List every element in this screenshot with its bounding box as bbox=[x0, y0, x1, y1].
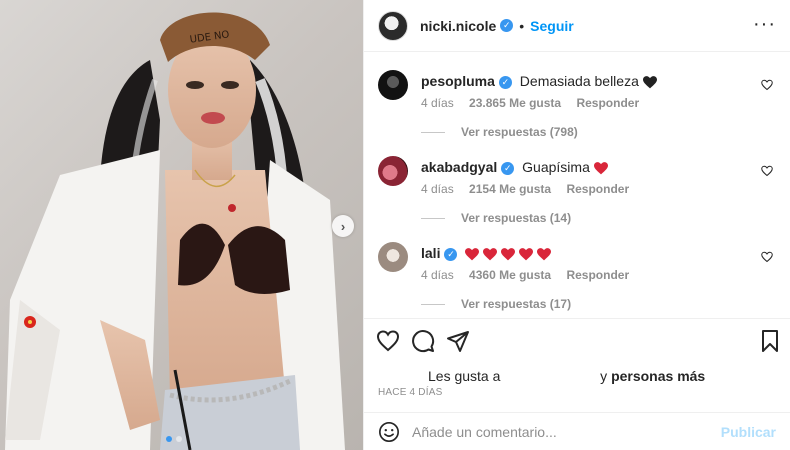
replies-divider bbox=[421, 217, 445, 219]
comment-likes[interactable]: 23.865 Me gusta bbox=[469, 96, 561, 110]
add-comment-bar: Publicar bbox=[364, 412, 790, 450]
like-heart-icon[interactable] bbox=[376, 329, 400, 353]
comments-list: pesopluma ✓ Demasiada belleza 4 días 23.8… bbox=[364, 52, 790, 317]
comment-time: 4 días bbox=[421, 96, 454, 110]
comment-likes[interactable]: 2154 Me gusta bbox=[469, 182, 551, 196]
comment-meta: 4 días 23.865 Me gusta Responder bbox=[421, 96, 651, 110]
likes-prefix: Les gusta a bbox=[428, 368, 501, 384]
carousel-dot-active bbox=[166, 436, 172, 442]
likes-and: y bbox=[600, 368, 608, 384]
likes-others-link[interactable]: personas más bbox=[611, 368, 705, 384]
comment-body: Guapísima bbox=[522, 159, 590, 175]
post-side-panel: nicki.nicole ✓ • Seguir ··· pesopluma ✓ D… bbox=[363, 0, 790, 450]
view-replies-label: Ver respuestas (14) bbox=[461, 211, 572, 225]
like-comment-heart-icon[interactable] bbox=[761, 165, 773, 177]
follow-button[interactable]: Seguir bbox=[530, 18, 574, 34]
comment-input[interactable] bbox=[412, 423, 721, 440]
view-replies-label: Ver respuestas (798) bbox=[461, 125, 578, 139]
publish-button[interactable]: Publicar bbox=[721, 424, 776, 440]
view-replies-button[interactable]: Ver respuestas (798) bbox=[421, 125, 578, 139]
commenter-username[interactable]: lali bbox=[421, 245, 440, 261]
comment-text-line: lali ✓ bbox=[421, 245, 551, 261]
emoji-smiley-icon[interactable] bbox=[378, 421, 400, 443]
like-comment-heart-icon[interactable] bbox=[761, 251, 773, 263]
reply-button[interactable]: Responder bbox=[576, 96, 639, 110]
author-username[interactable]: nicki.nicole bbox=[420, 18, 496, 34]
view-replies-label: Ver respuestas (17) bbox=[461, 297, 572, 311]
red-heart-icon bbox=[465, 247, 480, 261]
redacted-username bbox=[504, 370, 596, 384]
reply-button[interactable]: Responder bbox=[566, 182, 629, 196]
commenter-avatar[interactable] bbox=[378, 242, 408, 272]
comment-body: Demasiada belleza bbox=[519, 73, 639, 89]
comment-emoji-row bbox=[465, 245, 551, 261]
commenter-username[interactable]: akabadgyal bbox=[421, 159, 497, 175]
comment-meta: 4 días 2154 Me gusta Responder bbox=[421, 182, 641, 196]
post-action-bar bbox=[364, 318, 790, 362]
commenter-avatar[interactable] bbox=[378, 156, 408, 186]
red-heart-icon bbox=[501, 247, 516, 261]
verified-badge-icon: ✓ bbox=[501, 161, 515, 175]
carousel-next-button[interactable]: › bbox=[332, 215, 354, 237]
like-comment-heart-icon[interactable] bbox=[761, 79, 773, 91]
save-bookmark-icon[interactable] bbox=[758, 329, 782, 353]
red-heart-icon bbox=[593, 161, 608, 175]
comment-text-line: akabadgyal ✓ Guapísima bbox=[421, 159, 608, 175]
carousel-dot bbox=[176, 436, 182, 442]
chevron-right-icon: › bbox=[340, 218, 346, 234]
red-heart-icon bbox=[483, 247, 498, 261]
comment-text-line: pesopluma ✓ Demasiada belleza bbox=[421, 73, 657, 89]
red-heart-icon bbox=[536, 247, 551, 261]
verified-badge-icon: ✓ bbox=[500, 19, 514, 32]
comment-time: 4 días bbox=[421, 268, 454, 282]
replies-divider bbox=[421, 131, 445, 133]
post-photo: UDE NO › bbox=[0, 0, 363, 450]
view-replies-button[interactable]: Ver respuestas (17) bbox=[421, 297, 571, 311]
black-heart-icon bbox=[642, 75, 657, 89]
post-header: nicki.nicole ✓ • Seguir ··· bbox=[364, 0, 790, 52]
photo-illustration: UDE NO bbox=[5, 12, 345, 450]
comment-bubble-icon[interactable] bbox=[411, 329, 435, 353]
commenter-avatar[interactable] bbox=[378, 70, 408, 100]
reply-button[interactable]: Responder bbox=[566, 268, 629, 282]
likes-summary: Les gusta a y personas más bbox=[428, 368, 705, 384]
share-send-icon[interactable] bbox=[446, 329, 470, 353]
more-options-icon[interactable]: ··· bbox=[753, 14, 776, 34]
verified-badge-icon: ✓ bbox=[498, 75, 512, 89]
post-timestamp: HACE 4 DÍAS bbox=[378, 387, 443, 398]
verified-badge-icon: ✓ bbox=[444, 247, 458, 261]
comment-time: 4 días bbox=[421, 182, 454, 196]
separator-dot: • bbox=[519, 17, 525, 34]
red-heart-icon bbox=[519, 247, 534, 261]
author-avatar[interactable] bbox=[378, 10, 408, 41]
comment-likes[interactable]: 4360 Me gusta bbox=[469, 268, 551, 282]
comment-meta: 4 días 4360 Me gusta Responder bbox=[421, 268, 641, 282]
commenter-username[interactable]: pesopluma bbox=[421, 73, 495, 89]
replies-divider bbox=[421, 303, 445, 305]
view-replies-button[interactable]: Ver respuestas (14) bbox=[421, 211, 571, 225]
carousel-indicators bbox=[166, 436, 182, 442]
